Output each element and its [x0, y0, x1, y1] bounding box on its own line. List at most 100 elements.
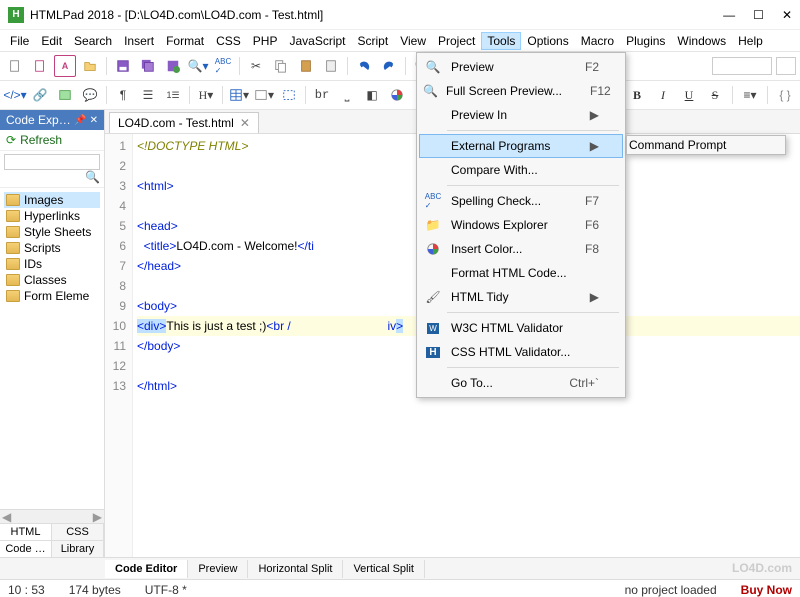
comment-icon[interactable]: 💬: [79, 84, 101, 106]
new-css-icon[interactable]: [29, 55, 51, 77]
document-tab[interactable]: LO4D.com - Test.html ✕: [109, 112, 259, 133]
image-icon[interactable]: [54, 84, 76, 106]
refresh-button[interactable]: ⟳ Refresh: [0, 130, 104, 151]
maximize-button[interactable]: ☐: [753, 8, 764, 22]
tree-item[interactable]: Scripts: [4, 240, 100, 256]
strike-button[interactable]: S: [704, 84, 726, 106]
menu-item[interactable]: Compare With...: [419, 158, 623, 182]
font-select[interactable]: [712, 57, 772, 75]
search-icon[interactable]: 🔍▾: [187, 55, 209, 77]
tree-item[interactable]: IDs: [4, 256, 100, 272]
menu-item-command-prompt[interactable]: Command Prompt: [629, 138, 783, 152]
menu-item[interactable]: Insert Color...F8: [419, 237, 623, 261]
menu-item[interactable]: WW3C HTML Validator: [419, 316, 623, 340]
heading-icon[interactable]: H▾: [195, 84, 217, 106]
spellcheck-icon[interactable]: ABC✓: [212, 55, 234, 77]
tree-item[interactable]: Classes: [4, 272, 100, 288]
menu-item[interactable]: Format HTML Code...: [419, 261, 623, 285]
menu-css[interactable]: CSS: [210, 32, 247, 50]
menu-item[interactable]: HCSS HTML Validator...: [419, 340, 623, 364]
menu-item[interactable]: 📁Windows ExplorerF6: [419, 213, 623, 237]
save-all-icon[interactable]: [137, 55, 159, 77]
list-ol-icon[interactable]: 1☰: [162, 84, 184, 106]
list-ul-icon[interactable]: ☰: [137, 84, 159, 106]
save-icon[interactable]: [112, 55, 134, 77]
redo-icon[interactable]: [378, 55, 400, 77]
menu-item[interactable]: 🔍Full Screen Preview...F12: [419, 79, 623, 103]
undo-icon[interactable]: [353, 55, 375, 77]
menu-plugins[interactable]: Plugins: [620, 32, 671, 50]
tree-item-label: Form Eleme: [24, 289, 89, 303]
view-tab-horizontal-split[interactable]: Horizontal Split: [248, 560, 343, 578]
file-size: 174 bytes: [69, 583, 121, 597]
special-char-icon[interactable]: ◧: [361, 84, 383, 106]
scroll-right-icon[interactable]: ▶: [93, 510, 102, 523]
close-tab-icon[interactable]: ✕: [240, 116, 250, 130]
menu-view[interactable]: View: [394, 32, 432, 50]
menu-tools[interactable]: Tools: [481, 32, 521, 50]
paste-icon[interactable]: [295, 55, 317, 77]
pin-icon[interactable]: 📌 ✕: [74, 115, 98, 126]
tag-icon[interactable]: </>▾: [4, 84, 26, 106]
save-as-icon[interactable]: [162, 55, 184, 77]
menu-item[interactable]: External Programs▶: [419, 134, 623, 158]
size-select[interactable]: [776, 57, 796, 75]
menu-project[interactable]: Project: [432, 32, 481, 50]
cut-icon[interactable]: ✂: [245, 55, 267, 77]
menu-item[interactable]: 🔍PreviewF2: [419, 55, 623, 79]
menu-script[interactable]: Script: [352, 32, 395, 50]
menu-item[interactable]: Go To...Ctrl+`: [419, 371, 623, 395]
menu-javascript[interactable]: JavaScript: [283, 32, 351, 50]
menu-file[interactable]: File: [4, 32, 35, 50]
menu-item-label: Windows Explorer: [451, 218, 557, 232]
menu-item[interactable]: ABC✓Spelling Check...F7: [419, 189, 623, 213]
title-bar: H HTMLPad 2018 - [D:\LO4D.com\LO4D.com -…: [0, 0, 800, 30]
italic-button[interactable]: I: [652, 84, 674, 106]
view-tab-code-editor[interactable]: Code Editor: [105, 560, 188, 578]
view-tab-preview[interactable]: Preview: [188, 560, 248, 578]
nbsp-icon[interactable]: ⎵: [336, 84, 358, 106]
minimize-button[interactable]: —: [723, 8, 735, 22]
new-file-icon[interactable]: [4, 55, 26, 77]
menu-format[interactable]: Format: [160, 32, 210, 50]
menu-macro[interactable]: Macro: [575, 32, 620, 50]
menu-edit[interactable]: Edit: [35, 32, 68, 50]
menu-insert[interactable]: Insert: [118, 32, 160, 50]
align-icon[interactable]: ≡▾: [739, 84, 761, 106]
tree-item[interactable]: Form Eleme: [4, 288, 100, 304]
menu-item[interactable]: 🖌HTML Tidy▶: [419, 285, 623, 309]
table-icon[interactable]: ▾: [228, 84, 250, 106]
sidebar-tab2[interactable]: Library: [52, 541, 104, 557]
underline-button[interactable]: U: [678, 84, 700, 106]
menu-options[interactable]: Options: [521, 32, 574, 50]
close-button[interactable]: ✕: [782, 8, 792, 22]
sidebar-tab-css[interactable]: CSS: [52, 524, 104, 540]
br-icon[interactable]: br: [311, 84, 333, 106]
menu-php[interactable]: PHP: [247, 32, 284, 50]
div-icon[interactable]: [278, 84, 300, 106]
sidebar-tab-html[interactable]: HTML: [0, 524, 52, 540]
scroll-left-icon[interactable]: ◀: [2, 510, 11, 523]
tree-item[interactable]: Hyperlinks: [4, 208, 100, 224]
sidebar-search-input[interactable]: [4, 154, 100, 170]
clipboard-icon[interactable]: [320, 55, 342, 77]
menu-windows[interactable]: Windows: [671, 32, 732, 50]
open-icon[interactable]: [79, 55, 101, 77]
tree-item[interactable]: Style Sheets: [4, 224, 100, 240]
menu-search[interactable]: Search: [68, 32, 118, 50]
sidebar-tab2[interactable]: Code …: [0, 541, 52, 557]
view-tab-vertical-split[interactable]: Vertical Split: [343, 560, 425, 578]
bold-button[interactable]: B: [626, 84, 648, 106]
menu-item[interactable]: Preview In▶: [419, 103, 623, 127]
color-picker-icon[interactable]: [386, 84, 408, 106]
form-icon[interactable]: ▾: [253, 84, 275, 106]
link-icon[interactable]: 🔗: [29, 84, 51, 106]
buy-now-link[interactable]: Buy Now: [741, 583, 792, 597]
tree-item[interactable]: Images: [4, 192, 100, 208]
search-icon[interactable]: 🔍: [85, 170, 100, 184]
brackets-icon[interactable]: { }: [774, 84, 796, 106]
new-doc-icon[interactable]: A: [54, 55, 76, 77]
copy-icon[interactable]: [270, 55, 292, 77]
menu-help[interactable]: Help: [732, 32, 769, 50]
paragraph-icon[interactable]: ¶: [112, 84, 134, 106]
